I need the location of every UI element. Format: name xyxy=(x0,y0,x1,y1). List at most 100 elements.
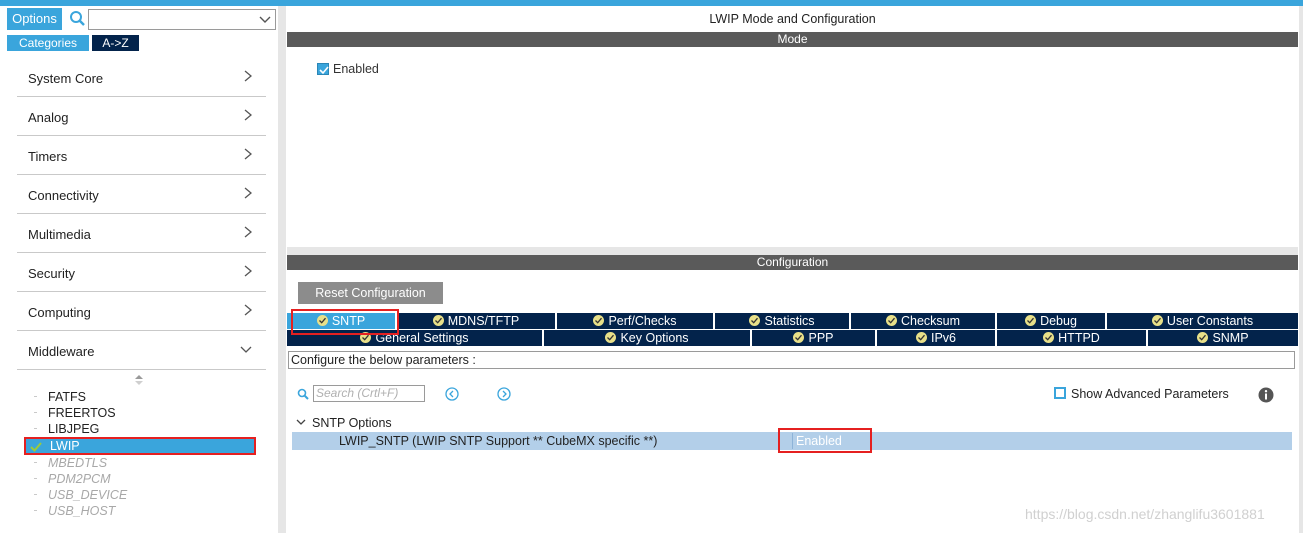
chevron-right-icon xyxy=(244,304,253,319)
tab-debug[interactable]: Debug xyxy=(997,313,1105,329)
ok-check-icon xyxy=(316,315,328,326)
options-button[interactable]: Options xyxy=(7,8,62,30)
category-label: Security xyxy=(28,266,75,281)
parameter-row-lwip-sntp[interactable]: LWIP_SNTP (LWIP SNTP Support ** CubeMX s… xyxy=(292,432,1292,450)
middleware-label: USB_DEVICE xyxy=(48,488,128,502)
tab-checksum[interactable]: Checksum xyxy=(851,313,995,329)
category-connectivity[interactable]: Connectivity xyxy=(17,175,266,214)
panel-splitter[interactable] xyxy=(278,6,286,533)
page-title: LWIP Mode and Configuration xyxy=(709,12,876,26)
parameter-value[interactable]: Enabled xyxy=(792,433,870,449)
tab-mdns-tftp[interactable]: MDNS/TFTP xyxy=(397,313,555,329)
middleware-item-lwip[interactable]: LWIP xyxy=(24,437,256,455)
chevron-right-icon xyxy=(244,226,253,241)
mode-area: Enabled xyxy=(287,47,1298,247)
mode-header: Mode xyxy=(287,32,1298,47)
search-placeholder: Search (Crtl+F) xyxy=(316,386,399,400)
tab-label: Statistics xyxy=(764,314,815,328)
ok-check-icon xyxy=(749,315,761,326)
tab-snmp[interactable]: SNMP xyxy=(1148,330,1298,346)
tab-sntp[interactable]: SNTP xyxy=(287,313,395,329)
chevron-down-icon[interactable] xyxy=(296,415,306,429)
configuration-header: Configuration xyxy=(287,255,1298,270)
left-panel: Options Categories A->Z System Core Anal… xyxy=(0,6,282,533)
tab-user-constants[interactable]: User Constants xyxy=(1107,313,1298,329)
tab-statistics[interactable]: Statistics xyxy=(715,313,849,329)
category-system-core[interactable]: System Core xyxy=(17,58,266,97)
category-label: Timers xyxy=(28,149,68,164)
middleware-item-freertos[interactable]: FREERTOS xyxy=(24,405,256,421)
mode-enabled-checkbox[interactable]: Enabled xyxy=(317,61,379,76)
category-security[interactable]: Security xyxy=(17,253,266,292)
category-label: System Core xyxy=(28,71,104,86)
tab-a-to-z[interactable]: A->Z xyxy=(92,35,139,51)
next-result-icon[interactable] xyxy=(497,387,511,404)
tab-ppp[interactable]: PPP xyxy=(752,330,875,346)
ok-check-icon xyxy=(1025,315,1037,326)
category-analog[interactable]: Analog xyxy=(17,97,266,136)
tree-dot xyxy=(34,396,37,397)
tree-dot xyxy=(34,478,37,479)
info-icon[interactable] xyxy=(1258,387,1274,406)
sort-icon[interactable] xyxy=(134,374,144,389)
tab-label: IPv6 xyxy=(930,331,956,345)
chevron-right-icon xyxy=(244,109,253,124)
tab-label: User Constants xyxy=(1166,314,1254,328)
tab-general-settings[interactable]: General Settings xyxy=(287,330,542,346)
tab-categories[interactable]: Categories xyxy=(7,35,89,51)
tab-label: SNMP xyxy=(1212,331,1249,345)
category-label: Multimedia xyxy=(28,227,91,242)
middleware-item-usb-host[interactable]: USB_HOST xyxy=(24,503,256,519)
chevron-down-icon[interactable] xyxy=(259,13,271,28)
tab-label: Key Options xyxy=(620,331,689,345)
tab-httpd[interactable]: HTTPD xyxy=(997,330,1146,346)
category-list: System Core Analog Timers Connectivity M… xyxy=(17,58,266,370)
splitter[interactable] xyxy=(287,247,1298,255)
category-label: Middleware xyxy=(28,344,95,359)
category-label: Computing xyxy=(28,305,91,320)
middleware-item-fatfs[interactable]: FATFS xyxy=(24,389,256,405)
ok-check-icon xyxy=(432,315,444,326)
tab-key-options[interactable]: Key Options xyxy=(544,330,750,346)
chevron-right-icon xyxy=(244,70,253,85)
ok-check-icon xyxy=(793,332,805,343)
tab-label: Debug xyxy=(1040,314,1077,328)
middleware-label: FATFS xyxy=(48,390,86,404)
previous-result-icon[interactable] xyxy=(445,387,459,404)
middleware-item-libjpeg[interactable]: LIBJPEG xyxy=(24,421,256,437)
check-icon xyxy=(30,441,42,455)
tab-label: General Settings xyxy=(375,331,469,345)
middleware-label: LWIP xyxy=(50,439,80,453)
category-middleware[interactable]: Middleware xyxy=(17,331,266,370)
category-timers[interactable]: Timers xyxy=(17,136,266,175)
ok-check-icon xyxy=(360,332,372,343)
ok-check-icon xyxy=(1043,332,1055,343)
middleware-item-pdm2pcm[interactable]: PDM2PCM xyxy=(24,471,256,487)
search-icon[interactable] xyxy=(69,10,86,27)
ok-check-icon xyxy=(1197,332,1209,343)
middleware-label: LIBJPEG xyxy=(48,422,100,436)
parameter-search-input[interactable]: Search (Crtl+F) xyxy=(313,385,425,402)
middleware-item-usb-device[interactable]: USB_DEVICE xyxy=(24,487,256,503)
middleware-item-mbedtls[interactable]: MBEDTLS xyxy=(24,455,256,471)
ok-check-icon xyxy=(593,315,605,326)
tab-ipv6[interactable]: IPv6 xyxy=(877,330,995,346)
category-computing[interactable]: Computing xyxy=(17,292,266,331)
tab-perf-checks[interactable]: Perf/Checks xyxy=(557,313,713,329)
tab-label: SNTP xyxy=(331,314,366,328)
checkbox-unchecked-icon[interactable] xyxy=(1054,387,1066,399)
watermark-text: https://blog.csdn.net/zhanglifu3601881 xyxy=(1025,506,1265,522)
config-tabs: SNTP MDNS/TFTP Perf/Checks Statistics Ch… xyxy=(287,313,1298,347)
checkbox-checked-icon[interactable] xyxy=(317,62,329,75)
sntp-options-group[interactable]: SNTP Options xyxy=(296,415,392,430)
middleware-label: USB_HOST xyxy=(48,504,116,518)
ok-check-icon xyxy=(605,332,617,343)
tab-label: PPP xyxy=(808,331,834,345)
reset-configuration-button[interactable]: Reset Configuration xyxy=(298,282,443,304)
category-label: Connectivity xyxy=(28,188,99,203)
category-multimedia[interactable]: Multimedia xyxy=(17,214,266,253)
show-advanced-parameters-checkbox[interactable]: Show Advanced Parameters xyxy=(1054,387,1229,401)
scrollbar-track[interactable] xyxy=(1299,6,1303,533)
tabs-row-1: SNTP MDNS/TFTP Perf/Checks Statistics Ch… xyxy=(287,313,1298,329)
search-combo[interactable] xyxy=(88,9,276,30)
